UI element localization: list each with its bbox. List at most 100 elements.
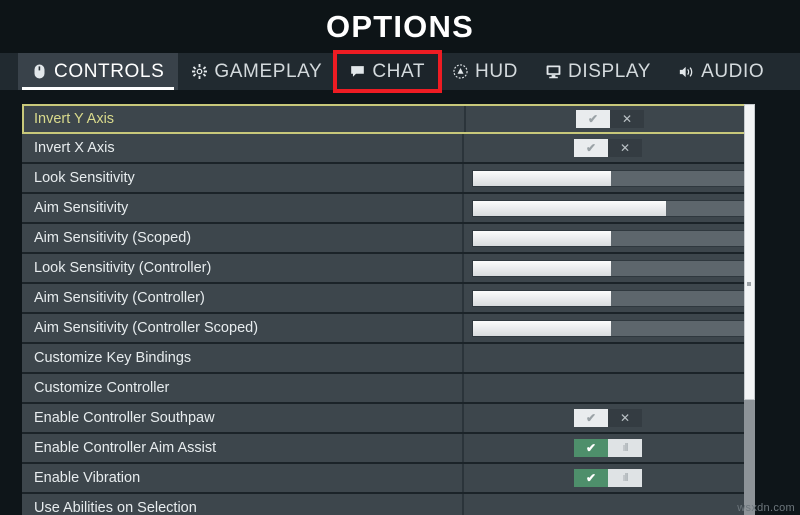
toggle-switch[interactable]: ✔ ✕ [574, 409, 642, 427]
options-screen: OPTIONS CONTROLS GAMEPLAY CHAT HUD DISPLAY AU… [0, 0, 800, 515]
setting-row[interactable]: Invert X Axis ✔ ✕ [22, 134, 748, 164]
setting-label: Enable Controller Southpaw [34, 410, 215, 426]
setting-control-cell [462, 224, 748, 252]
setting-label: Invert X Axis [34, 140, 115, 156]
tab-chat[interactable]: CHAT [333, 50, 443, 93]
toggle-off-half[interactable]: ıll [608, 439, 642, 457]
settings-list: Invert Y Axis ✔ ✕ Invert X Axis ✔ ✕ Look Sensi… [22, 104, 748, 515]
setting-control-cell [462, 284, 748, 312]
slider-track[interactable] [472, 319, 748, 337]
setting-label: Customize Key Bindings [34, 350, 192, 366]
toggle-on-half[interactable]: ✔ [574, 469, 608, 487]
toggle-off-half[interactable]: ✕ [608, 409, 642, 427]
toggle-off-half[interactable]: ıll [608, 469, 642, 487]
mouse-icon [32, 64, 47, 79]
setting-control-cell: ✔ ✕ [464, 106, 746, 132]
tab-label: GAMEPLAY [214, 60, 323, 82]
slider-fill [473, 320, 611, 336]
setting-label: Enable Controller Aim Assist [34, 440, 217, 456]
page-title: OPTIONS [326, 8, 474, 44]
toggle-switch[interactable]: ✔ ✕ [576, 110, 644, 128]
setting-row[interactable]: Enable Controller Aim Assist ✔ ıll [22, 434, 748, 464]
setting-control-cell: ✔ ıll [462, 464, 748, 492]
check-icon: ✔ [585, 411, 597, 425]
check-icon: ✔ [587, 112, 599, 126]
setting-row[interactable]: Aim Sensitivity [22, 194, 748, 224]
tab-bar: CONTROLS GAMEPLAY CHAT HUD DISPLAY AUDIO [0, 50, 800, 93]
toggle-off-half[interactable]: ✕ [608, 139, 642, 157]
setting-row[interactable]: Aim Sensitivity (Scoped) [22, 224, 748, 254]
bars-icon: ıll [622, 441, 629, 454]
cross-icon: ✕ [621, 112, 633, 126]
toggle-on-half[interactable]: ✔ [574, 439, 608, 457]
slider-fill [473, 260, 611, 276]
tab-controls[interactable]: CONTROLS [18, 53, 179, 90]
tab-display[interactable]: DISPLAY [532, 53, 665, 90]
setting-row[interactable]: Enable Vibration ✔ ıll [22, 464, 748, 494]
setting-row[interactable]: Enable Controller Southpaw ✔ ✕ [22, 404, 748, 434]
cross-icon: ✕ [619, 141, 631, 155]
speaker-icon [679, 64, 694, 79]
tab-gameplay[interactable]: GAMEPLAY [178, 53, 336, 90]
setting-control-cell [462, 314, 748, 342]
setting-row[interactable]: Aim Sensitivity (Controller Scoped) [22, 314, 748, 344]
tab-label: CONTROLS [54, 60, 165, 82]
setting-control-cell [462, 164, 748, 192]
setting-row[interactable]: Invert Y Axis ✔ ✕ [22, 104, 748, 134]
speech-bubble-icon [350, 64, 365, 79]
bars-icon: ıll [622, 471, 629, 484]
slider-track[interactable] [472, 199, 748, 217]
setting-label: Aim Sensitivity (Scoped) [34, 230, 192, 246]
setting-control-cell [462, 494, 748, 515]
slider-track[interactable] [472, 289, 748, 307]
toggle-on-half[interactable]: ✔ [574, 409, 608, 427]
slider-fill [473, 230, 611, 246]
scrollbar-thumb[interactable] [744, 104, 755, 400]
setting-row[interactable]: Look Sensitivity [22, 164, 748, 194]
setting-row[interactable]: Look Sensitivity (Controller) [22, 254, 748, 284]
slider-fill [473, 290, 611, 306]
setting-label: Enable Vibration [34, 470, 141, 486]
toggle-off-half[interactable]: ✕ [610, 110, 644, 128]
slider-fill [473, 200, 667, 216]
settings-scrollbar[interactable] [744, 104, 755, 515]
check-icon: ✔ [585, 441, 597, 455]
toggle-switch[interactable]: ✔ ıll [574, 469, 642, 487]
setting-row[interactable]: Customize Controller [22, 374, 748, 404]
setting-control-cell: ✔ ✕ [462, 404, 748, 432]
tab-label: HUD [475, 60, 518, 82]
setting-row[interactable]: Customize Key Bindings [22, 344, 748, 374]
setting-control-cell [462, 194, 748, 222]
title-bar: OPTIONS [0, 0, 800, 53]
tab-hud[interactable]: HUD [439, 53, 532, 90]
setting-label: Aim Sensitivity [34, 200, 129, 216]
toggle-on-half[interactable]: ✔ [574, 139, 608, 157]
toggle-switch[interactable]: ✔ ıll [574, 439, 642, 457]
setting-label: Customize Controller [34, 380, 170, 396]
slider-track[interactable] [472, 229, 748, 247]
tab-label: AUDIO [701, 60, 765, 82]
slider-track[interactable] [472, 169, 748, 187]
watermark: wsxdn.com [737, 502, 795, 514]
slider-track[interactable] [472, 259, 748, 277]
toggle-on-half[interactable]: ✔ [576, 110, 610, 128]
setting-control-cell: ✔ ✕ [462, 134, 748, 162]
setting-row[interactable]: Use Abilities on Selection [22, 494, 748, 515]
setting-label: Aim Sensitivity (Controller Scoped) [34, 320, 259, 336]
slider-fill [473, 170, 611, 186]
tab-audio[interactable]: AUDIO [665, 53, 778, 90]
setting-label: Use Abilities on Selection [34, 500, 197, 515]
toggle-switch[interactable]: ✔ ✕ [574, 139, 642, 157]
tab-label: DISPLAY [568, 60, 652, 82]
setting-control-cell: ✔ ıll [462, 434, 748, 462]
tab-label: CHAT [372, 60, 426, 82]
setting-label: Aim Sensitivity (Controller) [34, 290, 205, 306]
settings-panel: Invert Y Axis ✔ ✕ Invert X Axis ✔ ✕ Look Sensi… [22, 104, 767, 515]
check-icon: ✔ [585, 471, 597, 485]
setting-label: Look Sensitivity (Controller) [34, 260, 212, 276]
setting-row[interactable]: Aim Sensitivity (Controller) [22, 284, 748, 314]
hud-target-icon [453, 64, 468, 79]
cross-icon: ✕ [619, 411, 631, 425]
setting-control-cell [462, 344, 748, 372]
monitor-icon [546, 64, 561, 79]
